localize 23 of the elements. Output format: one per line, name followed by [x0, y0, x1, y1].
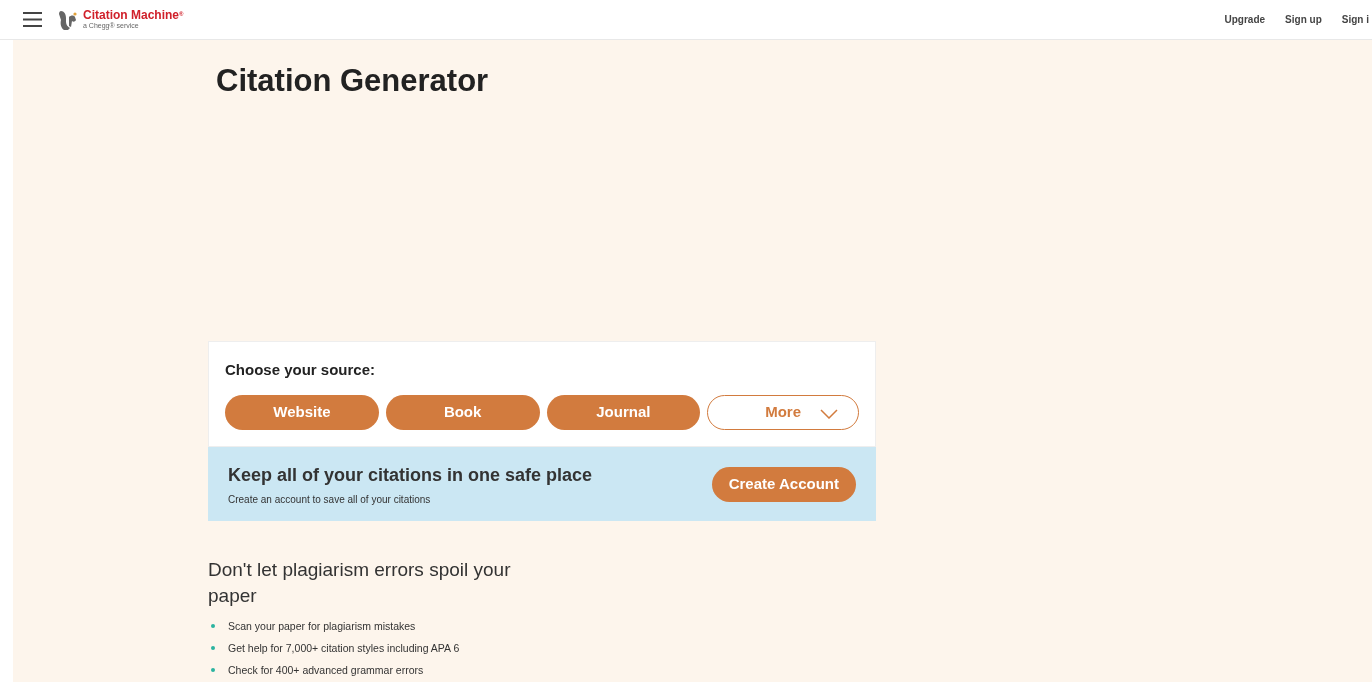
page-title: Citation Generator [216, 62, 490, 100]
menu-icon[interactable] [23, 12, 42, 27]
source-button[interactable]: Book [385, 395, 540, 430]
nav-link[interactable]: Upgrade [1224, 12, 1266, 27]
bullet-icon [211, 624, 215, 628]
plagiarism-heading: Don't let plagiarism errors spoil your paper [208, 558, 512, 608]
squirrel-logo-icon [58, 8, 78, 31]
chevron-down-icon [820, 409, 838, 419]
logo-text: Citation Machine$^{®}$ [83, 9, 184, 21]
bullet-icon [211, 646, 215, 650]
more-dropdown[interactable]: More [707, 395, 859, 430]
source-button[interactable]: Website [225, 395, 379, 430]
nav-link[interactable]: Sign up [1285, 12, 1322, 27]
create-account-button[interactable]: Create Account [711, 466, 856, 502]
feature-item: Get help for 7,000+ citation styles including APA 6 [228, 641, 460, 656]
feature-item: Check for 400+ advanced grammar errors [228, 663, 424, 678]
bullet-icon [211, 668, 215, 672]
source-label: Choose your source: [225, 359, 377, 380]
feature-item: Scan your paper for plagiarism mistakes [228, 619, 416, 634]
nav-link[interactable]: Sign i [1341, 12, 1369, 27]
source-button[interactable]: Journal [546, 395, 701, 430]
banner-subtext: Create an account to save all of your citations [228, 492, 432, 507]
banner-heading: Keep all of your citations in one safe place [228, 463, 593, 487]
